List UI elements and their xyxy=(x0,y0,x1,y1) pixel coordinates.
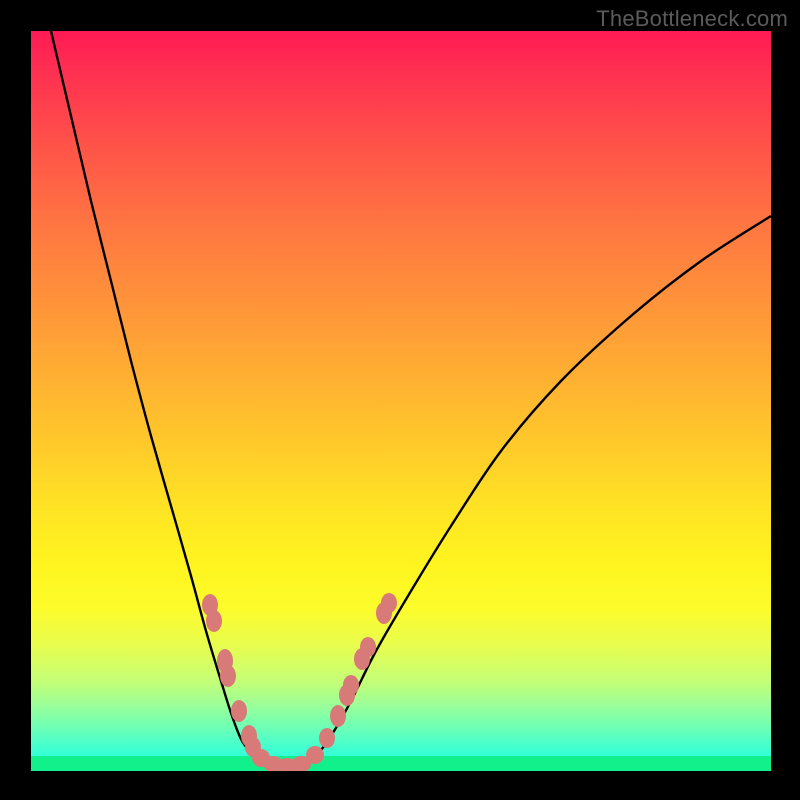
watermark-text: TheBottleneck.com xyxy=(596,6,788,32)
highlight-dot xyxy=(231,700,247,722)
highlighted-dots-group xyxy=(202,593,397,771)
chart-frame: TheBottleneck.com xyxy=(0,0,800,800)
bottleneck-curve xyxy=(51,31,771,767)
highlight-dot xyxy=(220,665,236,687)
highlight-dot xyxy=(330,705,346,727)
curve-layer xyxy=(31,31,771,771)
plot-area xyxy=(31,31,771,771)
highlight-dot xyxy=(343,675,359,695)
highlight-dot xyxy=(206,610,222,632)
highlight-dot xyxy=(306,746,324,764)
highlight-dot xyxy=(381,593,397,613)
highlight-dot xyxy=(319,728,335,748)
highlight-dot xyxy=(360,637,376,657)
